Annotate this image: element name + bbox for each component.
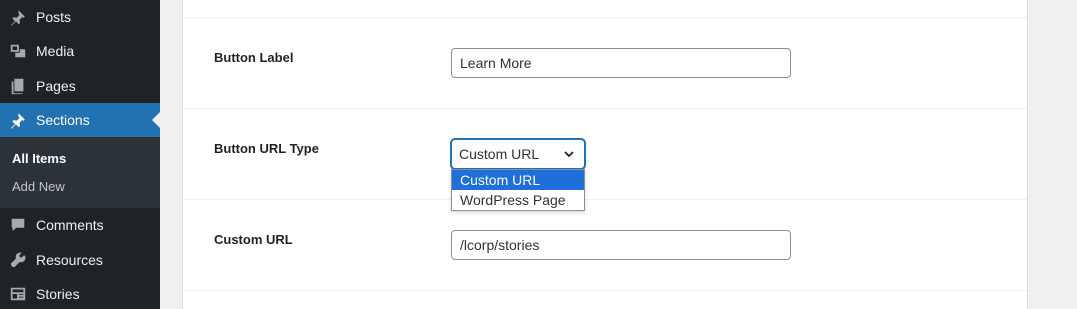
row-divider [183,17,1027,18]
sidebar-item-comments[interactable]: Comments [0,208,160,242]
pin-icon [8,110,28,130]
chevron-down-icon [564,151,574,158]
row-divider [183,199,1027,200]
sidebar-item-media[interactable]: Media [0,34,160,68]
dropdown-option-wordpress-page[interactable]: WordPress Page [452,190,584,210]
sidebar-item-label: Posts [36,9,72,25]
admin-sidebar: Posts Media Pages Sections All Items Add… [0,0,160,309]
media-icon [8,41,28,61]
sidebar-item-pages[interactable]: Pages [0,69,160,103]
pages-icon [8,76,28,96]
submenu-item-all-items[interactable]: All Items [12,151,66,166]
button-label-label: Button Label [214,50,294,65]
section-settings-panel: Button Label Button URL Type Custom URL … [182,0,1028,309]
sidebar-item-label: Media [36,43,75,59]
button-url-type-label: Button URL Type [214,141,319,156]
sidebar-item-label: Pages [36,78,76,94]
sidebar-item-label: Sections [36,112,90,128]
sidebar-item-label: Resources [36,252,103,268]
comment-icon [8,215,28,235]
dropdown-option-custom-url[interactable]: Custom URL [452,170,584,190]
sidebar-item-posts[interactable]: Posts [0,0,160,34]
row-divider [183,108,1027,109]
stories-icon [8,284,28,304]
button-label-input[interactable] [451,48,791,78]
sidebar-item-label: Stories [36,286,80,302]
sidebar-item-label: Comments [36,217,104,233]
button-url-type-select[interactable]: Custom URL [451,139,585,169]
custom-url-label: Custom URL [214,232,293,247]
select-value: Custom URL [459,146,540,162]
pin-icon [8,7,28,27]
sidebar-item-stories[interactable]: Stories [0,277,160,309]
submenu-item-add-new[interactable]: Add New [12,179,65,194]
sidebar-item-resources[interactable]: Resources [0,243,160,277]
wrench-icon [8,250,28,270]
row-divider [183,290,1027,291]
button-url-type-dropdown: Custom URL WordPress Page [451,169,585,211]
sections-submenu: All Items Add New [0,137,160,208]
custom-url-input[interactable] [451,230,791,260]
sidebar-item-sections[interactable]: Sections [0,103,160,137]
